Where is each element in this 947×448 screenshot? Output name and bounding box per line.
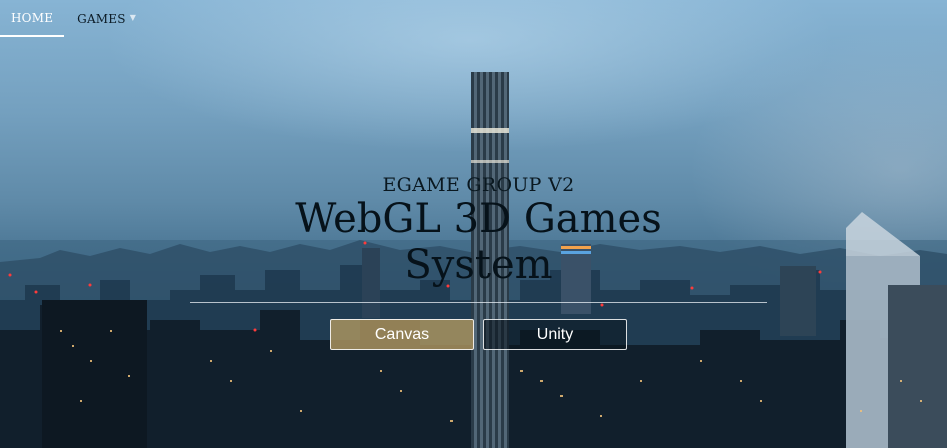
- hero-kicker: EGAME GROUP V2: [382, 174, 575, 196]
- canvas-button-label: Canvas: [374, 325, 430, 343]
- hero-title-line2: System: [404, 242, 553, 288]
- unity-button-label: Unity: [536, 325, 574, 343]
- hero-divider: [190, 302, 767, 303]
- canvas-button[interactable]: Canvas: [330, 319, 474, 350]
- hero-title: WebGL 3D Games System: [0, 196, 947, 288]
- hero-title-line1: WebGL 3D Games: [295, 196, 662, 242]
- hero-section: EGAME GROUP V2 WebGL 3D Games System Can…: [0, 0, 947, 448]
- unity-button[interactable]: Unity: [483, 319, 627, 350]
